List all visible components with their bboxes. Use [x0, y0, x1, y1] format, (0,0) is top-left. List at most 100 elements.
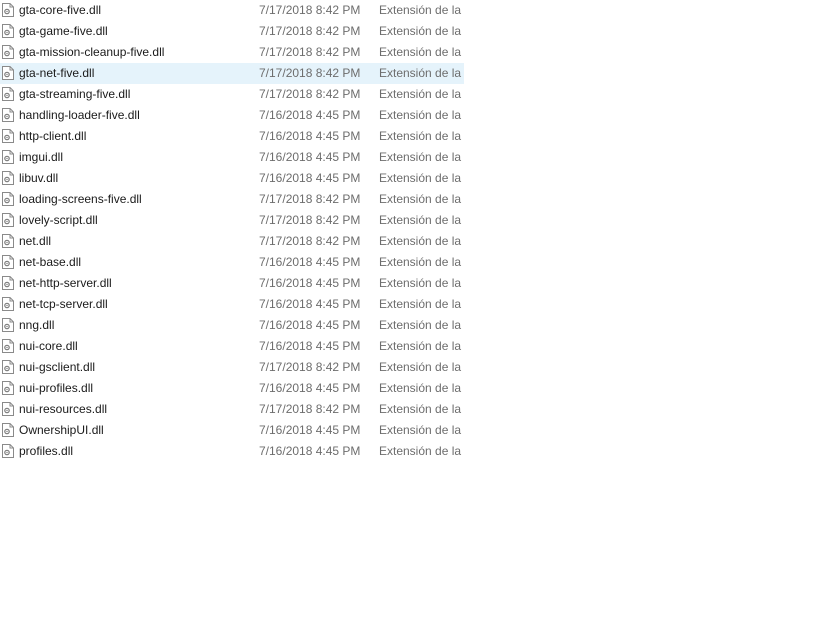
file-date-modified: 7/17/2018 8:42 PM [259, 3, 361, 17]
dll-file-icon [2, 276, 14, 290]
file-type: Extensión de la aplicación [379, 255, 464, 269]
file-list: gta-core-five.dll 7/17/2018 8:42 PM Exte… [0, 0, 464, 462]
file-row[interactable]: net-tcp-server.dll 7/16/2018 4:45 PM Ext… [0, 294, 464, 315]
file-row[interactable]: http-client.dll 7/16/2018 4:45 PM Extens… [0, 126, 464, 147]
dll-file-icon [2, 255, 14, 269]
file-type: Extensión de la aplicación [379, 234, 464, 248]
file-name: nui-core.dll [19, 339, 78, 353]
dll-file-icon [2, 318, 14, 332]
file-row[interactable]: libuv.dll 7/16/2018 4:45 PM Extensión de… [0, 168, 464, 189]
file-type: Extensión de la aplicación [379, 66, 464, 80]
file-date-modified: 7/16/2018 4:45 PM [259, 255, 361, 269]
dll-file-icon [2, 87, 14, 101]
file-name: nui-resources.dll [19, 402, 108, 416]
file-row[interactable]: profiles.dll 7/16/2018 4:45 PM Extensión… [0, 441, 464, 462]
file-name: gta-streaming-five.dll [19, 87, 131, 101]
file-date-modified: 7/17/2018 8:42 PM [259, 66, 361, 80]
dll-file-icon [2, 234, 14, 248]
file-date-modified: 7/17/2018 8:42 PM [259, 234, 361, 248]
file-name: nui-gsclient.dll [19, 360, 96, 374]
file-row[interactable]: nui-profiles.dll 7/16/2018 4:45 PM Exten… [0, 378, 464, 399]
file-row[interactable]: gta-streaming-five.dll 7/17/2018 8:42 PM… [0, 84, 464, 105]
file-date-modified: 7/17/2018 8:42 PM [259, 360, 361, 374]
file-date-modified: 7/17/2018 8:42 PM [259, 213, 361, 227]
file-name: profiles.dll [19, 444, 74, 458]
file-type: Extensión de la aplicación [379, 297, 464, 311]
file-name: gta-core-five.dll [19, 3, 102, 17]
file-date-modified: 7/16/2018 4:45 PM [259, 339, 361, 353]
file-row[interactable]: loading-screens-five.dll 7/17/2018 8:42 … [0, 189, 464, 210]
file-date-modified: 7/17/2018 8:42 PM [259, 402, 361, 416]
file-name: OwnershipUI.dll [19, 423, 104, 437]
file-type: Extensión de la aplicación [379, 192, 464, 206]
file-name: nui-profiles.dll [19, 381, 94, 395]
dll-file-icon [2, 171, 14, 185]
file-row[interactable]: gta-net-five.dll 7/17/2018 8:42 PM Exten… [0, 63, 464, 84]
dll-file-icon [2, 444, 14, 458]
file-type: Extensión de la aplicación [379, 213, 464, 227]
file-date-modified: 7/16/2018 4:45 PM [259, 150, 361, 164]
dll-file-icon [2, 129, 14, 143]
file-date-modified: 7/16/2018 4:45 PM [259, 276, 361, 290]
file-name: net-http-server.dll [19, 276, 112, 290]
file-type: Extensión de la aplicación [379, 171, 464, 185]
dll-file-icon [2, 402, 14, 416]
file-date-modified: 7/16/2018 4:45 PM [259, 297, 361, 311]
file-row[interactable]: nui-gsclient.dll 7/17/2018 8:42 PM Exten… [0, 357, 464, 378]
dll-file-icon [2, 24, 14, 38]
file-date-modified: 7/17/2018 8:42 PM [259, 24, 361, 38]
dll-file-icon [2, 108, 14, 122]
file-name: libuv.dll [19, 171, 59, 185]
file-row[interactable]: OwnershipUI.dll 7/16/2018 4:45 PM Extens… [0, 420, 464, 441]
file-name: imgui.dll [19, 150, 64, 164]
file-row[interactable]: nui-core.dll 7/16/2018 4:45 PM Extensión… [0, 336, 464, 357]
file-row[interactable]: net-base.dll 7/16/2018 4:45 PM Extensión… [0, 252, 464, 273]
file-row[interactable]: net-http-server.dll 7/16/2018 4:45 PM Ex… [0, 273, 464, 294]
file-row[interactable]: net.dll 7/17/2018 8:42 PM Extensión de l… [0, 231, 464, 252]
file-type: Extensión de la aplicación [379, 339, 464, 353]
dll-file-icon [2, 297, 14, 311]
file-type: Extensión de la aplicación [379, 318, 464, 332]
file-type: Extensión de la aplicación [379, 3, 464, 17]
file-row[interactable]: gta-mission-cleanup-five.dll 7/17/2018 8… [0, 42, 464, 63]
file-row[interactable]: nui-resources.dll 7/17/2018 8:42 PM Exte… [0, 399, 464, 420]
file-type: Extensión de la aplicación [379, 150, 464, 164]
file-row[interactable]: nng.dll 7/16/2018 4:45 PM Extensión de l… [0, 315, 464, 336]
file-name: http-client.dll [19, 129, 87, 143]
file-date-modified: 7/16/2018 4:45 PM [259, 129, 361, 143]
file-row[interactable]: gta-core-five.dll 7/17/2018 8:42 PM Exte… [0, 0, 464, 21]
file-date-modified: 7/16/2018 4:45 PM [259, 444, 361, 458]
file-name: net-tcp-server.dll [19, 297, 108, 311]
file-name: nng.dll [19, 318, 55, 332]
file-row[interactable]: gta-game-five.dll 7/17/2018 8:42 PM Exte… [0, 21, 464, 42]
dll-file-icon [2, 192, 14, 206]
dll-file-icon [2, 3, 14, 17]
file-date-modified: 7/17/2018 8:42 PM [259, 45, 361, 59]
file-type: Extensión de la aplicación [379, 360, 464, 374]
file-name: handling-loader-five.dll [19, 108, 140, 122]
file-name: lovely-script.dll [19, 213, 98, 227]
dll-file-icon [2, 381, 14, 395]
file-type: Extensión de la aplicación [379, 108, 464, 122]
file-type: Extensión de la aplicación [379, 423, 464, 437]
file-type: Extensión de la aplicación [379, 381, 464, 395]
file-name: net-base.dll [19, 255, 82, 269]
dll-file-icon [2, 423, 14, 437]
dll-file-icon [2, 339, 14, 353]
file-type: Extensión de la aplicación [379, 444, 464, 458]
file-row[interactable]: imgui.dll 7/16/2018 4:45 PM Extensión de… [0, 147, 464, 168]
file-name: gta-game-five.dll [19, 24, 108, 38]
file-row[interactable]: handling-loader-five.dll 7/16/2018 4:45 … [0, 105, 464, 126]
file-type: Extensión de la aplicación [379, 129, 464, 143]
file-type: Extensión de la aplicación [379, 45, 464, 59]
file-date-modified: 7/17/2018 8:42 PM [259, 192, 361, 206]
file-date-modified: 7/16/2018 4:45 PM [259, 381, 361, 395]
file-row[interactable]: lovely-script.dll 7/17/2018 8:42 PM Exte… [0, 210, 464, 231]
file-name: net.dll [19, 234, 52, 248]
file-type: Extensión de la aplicación [379, 402, 464, 416]
file-name: gta-net-five.dll [19, 66, 95, 80]
file-type: Extensión de la aplicación [379, 87, 464, 101]
file-date-modified: 7/16/2018 4:45 PM [259, 423, 361, 437]
file-name: loading-screens-five.dll [19, 192, 142, 206]
dll-file-icon [2, 213, 14, 227]
